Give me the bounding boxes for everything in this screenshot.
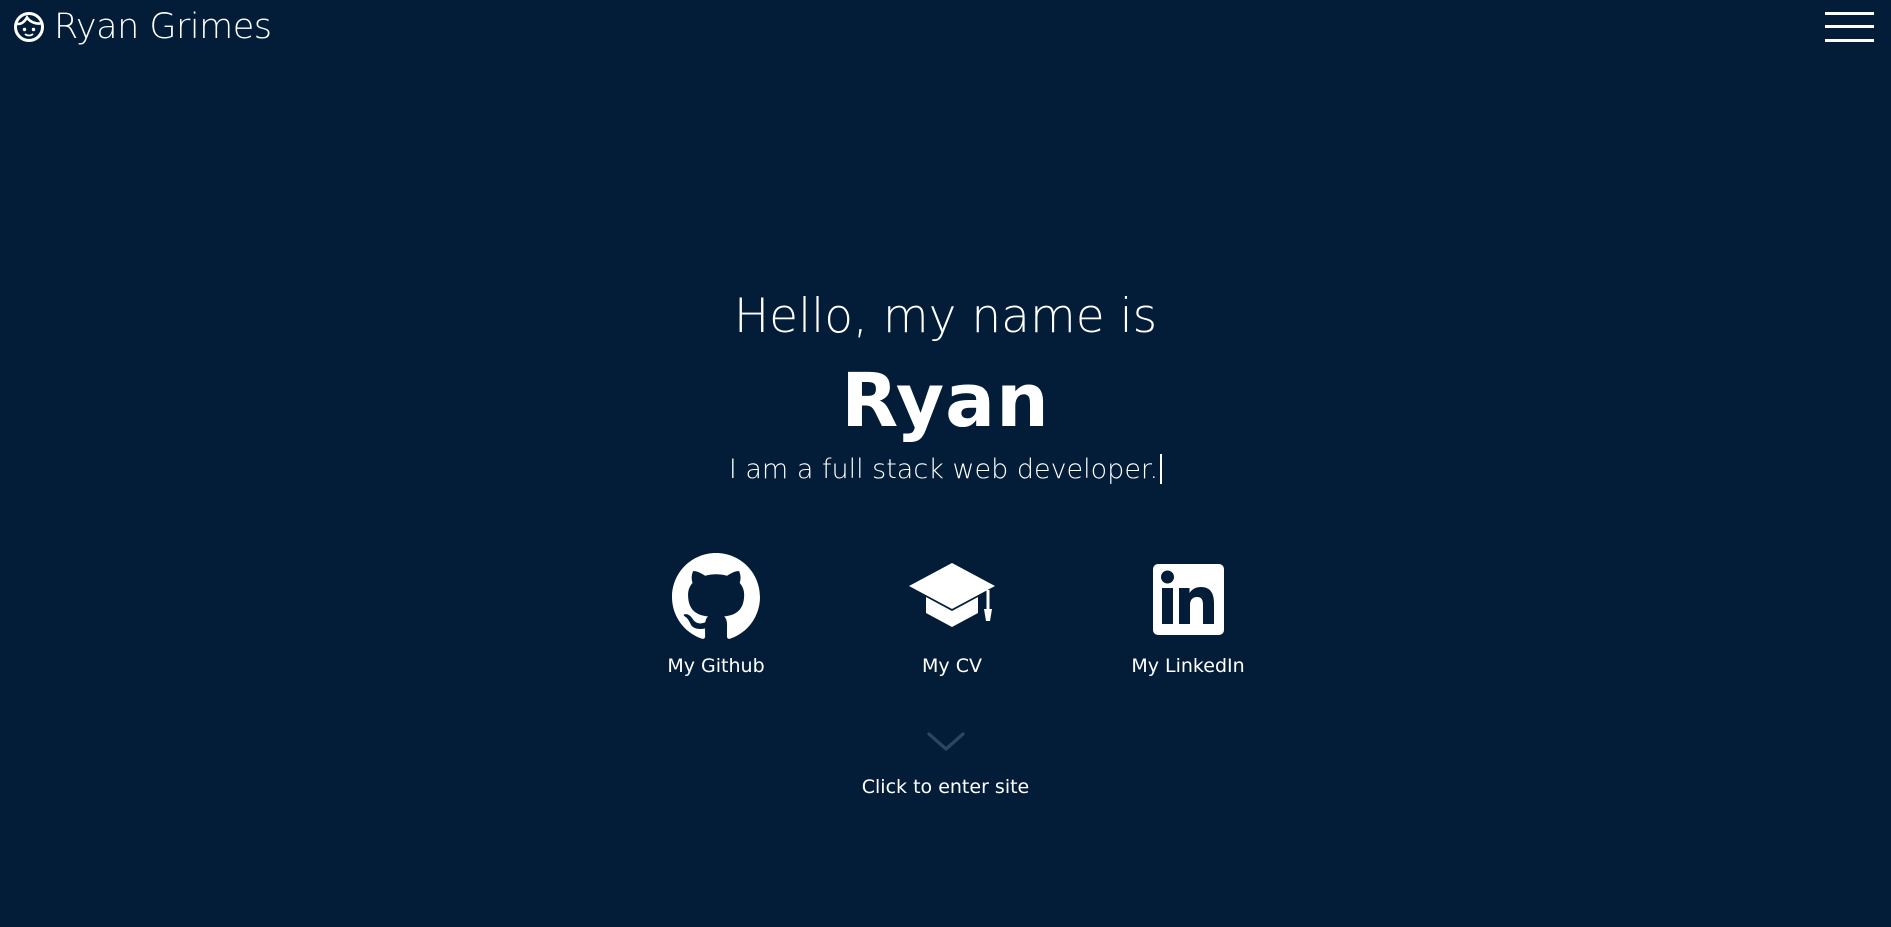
linkedin-label: My LinkedIn bbox=[1131, 655, 1245, 677]
linkedin-link[interactable]: My LinkedIn bbox=[1108, 553, 1268, 678]
cv-label: My CV bbox=[922, 655, 982, 677]
menu-bar bbox=[1825, 39, 1874, 42]
github-icon-wrap bbox=[636, 553, 796, 653]
smiley-face-icon bbox=[13, 11, 45, 43]
linkedin-icon bbox=[1153, 564, 1224, 635]
github-label: My Github bbox=[667, 655, 765, 677]
tagline: I am a full stack web developer. bbox=[0, 450, 1891, 490]
graduation-cap-icon-wrap bbox=[872, 553, 1032, 653]
typing-cursor bbox=[1160, 454, 1163, 484]
menu-bar bbox=[1825, 25, 1874, 28]
linkedin-icon-wrap bbox=[1108, 553, 1268, 653]
enter-site-label: Click to enter site bbox=[861, 776, 1030, 798]
greeting-text: Hello, my name is bbox=[733, 289, 1158, 344]
hamburger-menu-icon[interactable] bbox=[1825, 11, 1874, 44]
tagline-text: I am a full stack web developer. bbox=[728, 454, 1159, 485]
menu-bar bbox=[1825, 12, 1874, 15]
graduation-cap-icon bbox=[909, 563, 995, 627]
cv-link[interactable]: My CV bbox=[872, 553, 1032, 678]
github-icon bbox=[672, 553, 760, 639]
github-link[interactable]: My Github bbox=[636, 553, 796, 678]
enter-site-button[interactable]: Click to enter site bbox=[0, 730, 1891, 799]
brand-title: Ryan Grimes bbox=[54, 7, 272, 47]
brand-link[interactable]: Ryan Grimes bbox=[13, 7, 272, 47]
chevron-down-icon bbox=[926, 730, 966, 756]
hero-name: Ryan bbox=[841, 358, 1050, 444]
